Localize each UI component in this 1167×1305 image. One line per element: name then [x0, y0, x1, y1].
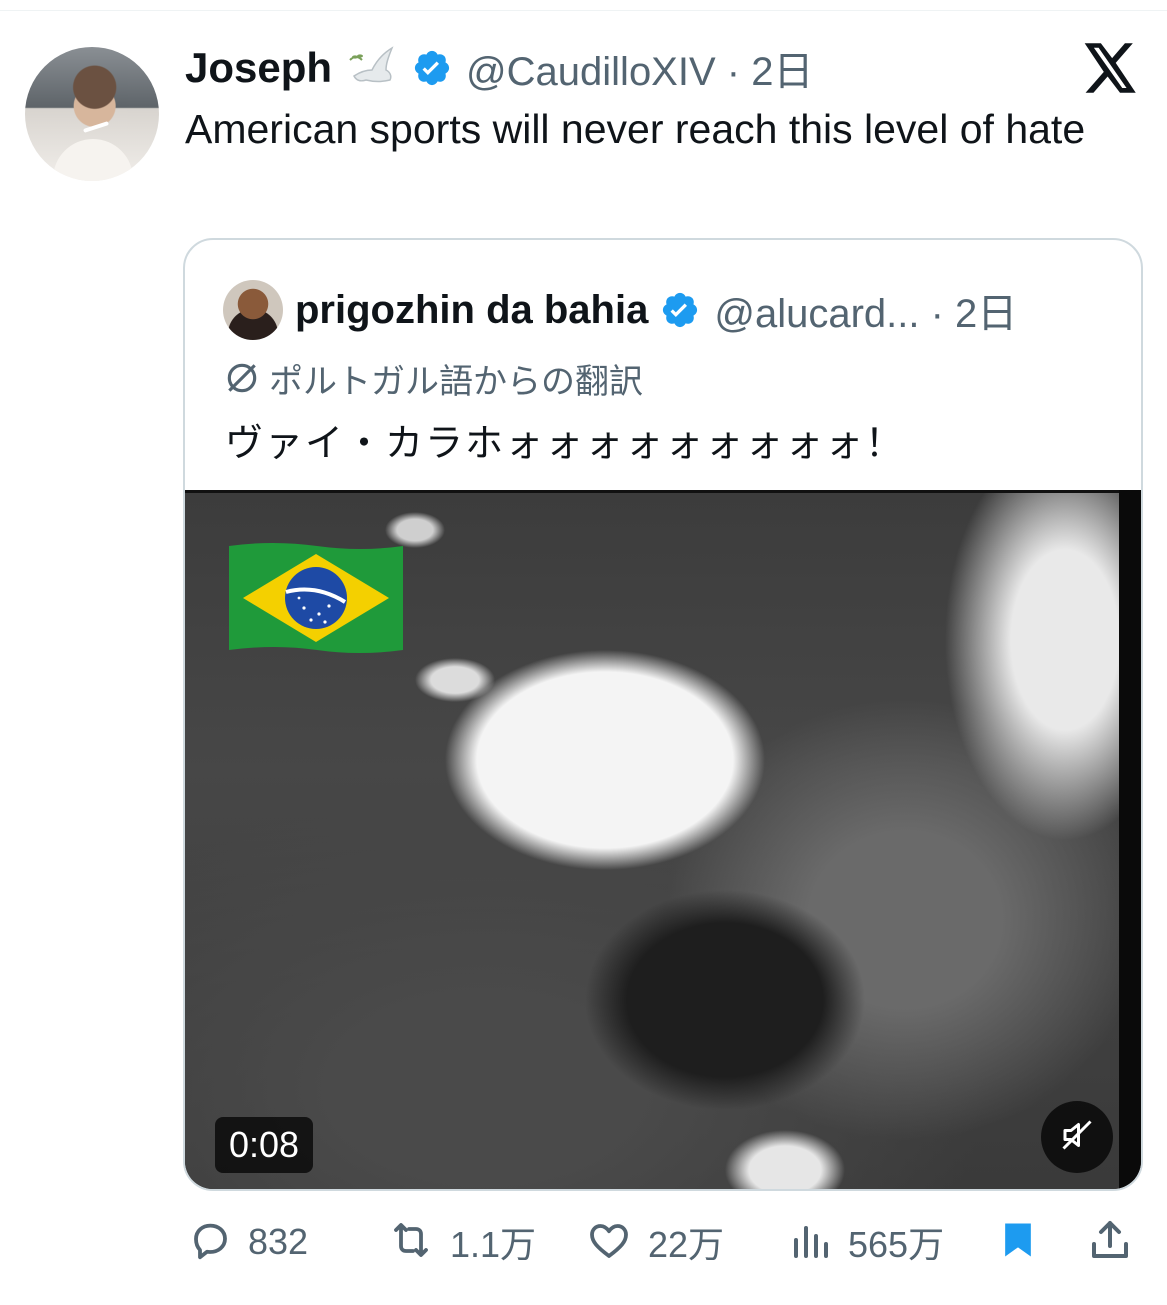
bookmark-button[interactable] — [996, 1210, 1040, 1274]
share-button[interactable] — [1086, 1210, 1134, 1274]
author-name[interactable]: Joseph — [185, 44, 332, 92]
translation-indicator[interactable]: ポルトガル語からの翻訳 — [223, 356, 643, 402]
author-handle-time[interactable]: @CaudilloXIV · 2日 — [466, 39, 813, 97]
quoted-post-text: ヴァイ・カラホォォォォォォォォォ！ — [225, 421, 906, 465]
brazil-flag-image — [229, 540, 403, 656]
video-timestamp: 0:08 — [215, 1117, 314, 1173]
views-button[interactable]: 565万 — [786, 1210, 944, 1274]
video-top-border — [185, 490, 1141, 493]
post-text: American sports will never reach this le… — [185, 106, 1086, 152]
verified-icon — [660, 290, 700, 330]
dove-icon — [346, 42, 398, 94]
like-button[interactable]: 22万 — [584, 1210, 724, 1274]
author-avatar[interactable] — [25, 47, 159, 181]
top-divider — [0, 10, 1167, 11]
video-right-border — [1119, 490, 1141, 1189]
bookmark-icon — [996, 1216, 1040, 1268]
quoted-author-name[interactable]: prigozhin da bahia — [295, 288, 648, 333]
mute-button[interactable] — [1041, 1101, 1113, 1173]
avatar-shirt — [53, 139, 133, 181]
mute-icon — [1059, 1117, 1095, 1157]
views-count: 565万 — [848, 1224, 945, 1265]
verified-icon — [412, 48, 452, 88]
repost-button[interactable]: 1.1万 — [386, 1210, 536, 1274]
post-header: Joseph @CaudilloXIV · 2日 — [185, 40, 813, 96]
like-count: 22万 — [648, 1224, 725, 1265]
reply-count: 832 — [248, 1221, 309, 1262]
action-bar: 832 1.1万 22万 565万 — [0, 1210, 1167, 1274]
avatar-cigarette — [83, 121, 109, 133]
views-icon — [786, 1216, 834, 1268]
translation-label: ポルトガル語からの翻訳 — [269, 361, 643, 402]
translate-icon — [223, 359, 261, 397]
quoted-post-card[interactable]: prigozhin da bahia @alucard... · 2日 ポルトガ… — [183, 238, 1143, 1191]
reply-icon — [186, 1216, 234, 1268]
repost-count: 1.1万 — [450, 1224, 537, 1265]
like-icon — [584, 1216, 634, 1268]
video-player[interactable]: 0:08 — [185, 490, 1141, 1189]
share-icon — [1086, 1216, 1134, 1268]
quoted-author-handle-time[interactable]: @alucard... · 2日 — [714, 281, 1017, 339]
x-logo-icon — [1084, 43, 1138, 93]
quoted-post-header: prigozhin da bahia @alucard... · 2日 — [295, 280, 1017, 340]
reply-button[interactable]: 832 — [186, 1210, 308, 1274]
quoted-author-avatar[interactable] — [223, 280, 283, 340]
repost-icon — [386, 1216, 436, 1268]
